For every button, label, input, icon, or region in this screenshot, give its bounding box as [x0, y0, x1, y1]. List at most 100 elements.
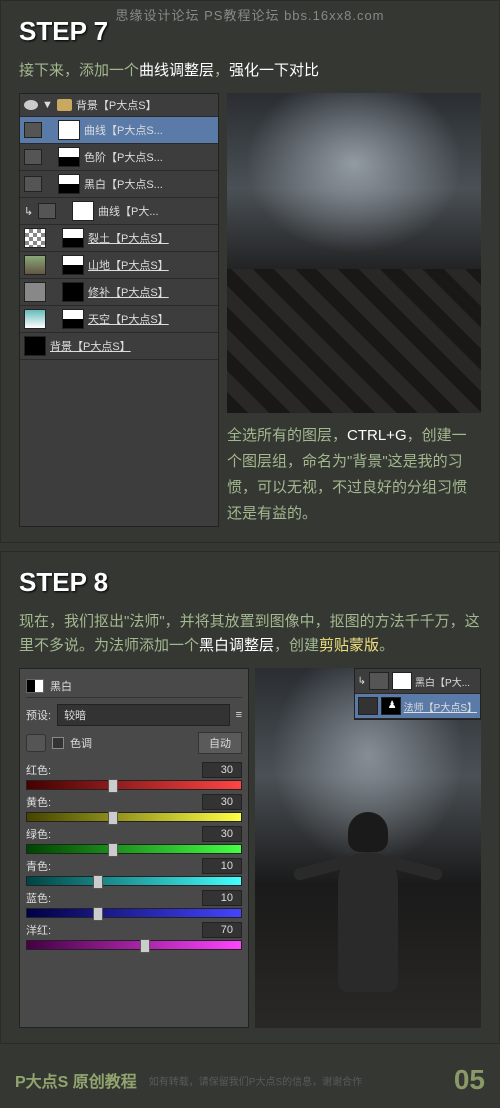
slider-thumb[interactable]	[108, 811, 118, 825]
arrow-icon: ▼	[42, 99, 53, 111]
tint-checkbox[interactable]	[52, 737, 64, 749]
layer-row[interactable]: 黑白【P大点S...	[20, 171, 218, 198]
layer-thumb	[24, 228, 46, 248]
link-icon	[50, 312, 58, 326]
slider-track[interactable]	[26, 940, 242, 950]
adj-icon	[24, 149, 42, 165]
slider-value[interactable]: 30	[202, 794, 242, 810]
slider-value[interactable]: 30	[202, 762, 242, 778]
layer-name: 法师【P大点S】	[404, 699, 477, 714]
highlight: 强化一下对比	[229, 62, 319, 79]
slider-thumb[interactable]	[93, 907, 103, 921]
step7-desc: 接下来，添加一个曲线调整层，强化一下对比	[19, 59, 481, 83]
layers-panel[interactable]: ▼ 背景【P大点S】 曲线【P大点S... 色阶【P大点S... 黑白【P大点S…	[19, 93, 219, 527]
layer-name: 山地【P大点S】	[88, 257, 214, 273]
adj-icon	[24, 176, 42, 192]
slider-thumb[interactable]	[140, 939, 150, 953]
layer-row[interactable]: 裂土【P大点S】	[20, 225, 218, 252]
preset-select[interactable]: 较暗	[57, 704, 230, 726]
layer-row[interactable]: 背景【P大点S】	[20, 333, 218, 360]
footer-title: P大点S 原创教程	[15, 1068, 137, 1092]
text: ，创建	[274, 637, 319, 654]
layer-name: 修补【P大点S】	[88, 284, 214, 300]
slider-row: 绿色: 30	[26, 826, 242, 854]
mask-thumb	[58, 174, 80, 194]
slider-value[interactable]: 10	[202, 858, 242, 874]
slider-row: 青色: 10	[26, 858, 242, 886]
layer-thumb	[24, 336, 46, 356]
highlight: 曲线调整层	[139, 62, 214, 79]
mask-thumb	[62, 309, 84, 329]
step7-desc2: 全选所有的图层，CTRL+G，创建一个图层组，命名为"背景"这是我的习惯，可以无…	[227, 423, 481, 527]
layer-row[interactable]: ↳ 曲线【P大...	[20, 198, 218, 225]
page-number: 05	[454, 1064, 485, 1096]
slider-label: 黄色:	[26, 794, 51, 810]
group-name: 背景【P大点S】	[76, 97, 157, 113]
layer-row[interactable]: 色阶【P大点S...	[20, 144, 218, 171]
slider-label: 红色:	[26, 762, 51, 778]
mask-thumb	[62, 282, 84, 302]
slider-value[interactable]: 70	[202, 922, 242, 938]
mask-thumb	[62, 255, 84, 275]
dropdown-icon[interactable]: ≡	[236, 709, 242, 721]
folder-icon	[57, 99, 72, 111]
mask-thumb	[62, 228, 84, 248]
layer-row[interactable]: ♟法师【P大点S】	[355, 694, 480, 719]
text: ，	[214, 62, 229, 79]
slider-track[interactable]	[26, 876, 242, 886]
link-icon	[46, 150, 54, 164]
layer-row[interactable]: ↳黑白【P大...	[355, 669, 480, 694]
text: 全选所有的图层，	[227, 427, 347, 444]
layer-group-header[interactable]: ▼ 背景【P大点S】	[20, 94, 218, 117]
text: 。	[379, 637, 394, 654]
mask-thumb	[58, 147, 80, 167]
link-icon	[60, 204, 68, 218]
bw-icon	[26, 679, 44, 693]
slider-row: 蓝色: 10	[26, 890, 242, 918]
slider-row: 红色: 30	[26, 762, 242, 790]
slider-value[interactable]: 30	[202, 826, 242, 842]
slider-track[interactable]	[26, 812, 242, 822]
clip-icon: ↳	[24, 205, 34, 218]
layer-name: 黑白【P大...	[415, 674, 470, 689]
layer-row[interactable]: 修补【P大点S】	[20, 279, 218, 306]
slider-label: 青色:	[26, 858, 51, 874]
link-icon	[50, 285, 58, 299]
layer-thumb	[24, 309, 46, 329]
mini-layers[interactable]: ↳黑白【P大... ♟法师【P大点S】	[354, 668, 481, 720]
layer-name: 色阶【P大点S...	[84, 149, 214, 165]
layer-name: 黑白【P大点S...	[84, 176, 214, 192]
slider-thumb[interactable]	[108, 779, 118, 793]
link-icon	[50, 231, 58, 245]
slider-thumb[interactable]	[108, 843, 118, 857]
mask-thumb	[392, 672, 412, 690]
layer-row[interactable]: 天空【P大点S】	[20, 306, 218, 333]
layer-row[interactable]: 曲线【P大点S...	[20, 117, 218, 144]
slider-row: 黄色: 30	[26, 794, 242, 822]
layer-name: 曲线【P大...	[98, 203, 214, 219]
adj-icon	[369, 672, 389, 690]
slider-track[interactable]	[26, 908, 242, 918]
visibility-icon[interactable]	[24, 100, 38, 110]
layer-thumb	[24, 255, 46, 275]
layer-row[interactable]: 山地【P大点S】	[20, 252, 218, 279]
hand-icon[interactable]	[26, 734, 46, 752]
tint-row: 色调 自动	[26, 732, 242, 754]
step8-title: STEP 8	[19, 567, 481, 598]
slider-thumb[interactable]	[93, 875, 103, 889]
slider-value[interactable]: 10	[202, 890, 242, 906]
slider-track[interactable]	[26, 844, 242, 854]
slider-track[interactable]	[26, 780, 242, 790]
step8-desc: 现在，我们抠出"法师"，并将其放置到图像中，抠图的方法千千万，这里不多说。为法师…	[19, 610, 481, 658]
wizard-figure	[303, 812, 433, 992]
auto-button[interactable]: 自动	[198, 732, 242, 754]
slider-label: 绿色:	[26, 826, 51, 842]
mask-thumb	[58, 120, 80, 140]
bw-adjustment-panel[interactable]: 黑白 预设: 较暗 ≡ 色调 自动 红色:30黄色:30绿色:30青色:10蓝色…	[19, 668, 249, 1028]
text: 接下来，添加一个	[19, 62, 139, 79]
slider-row: 洋红:70	[26, 922, 242, 950]
link-icon	[46, 123, 54, 137]
preset-label: 预设:	[26, 707, 51, 723]
slider-label: 蓝色:	[26, 890, 51, 906]
mask-thumb	[72, 201, 94, 221]
